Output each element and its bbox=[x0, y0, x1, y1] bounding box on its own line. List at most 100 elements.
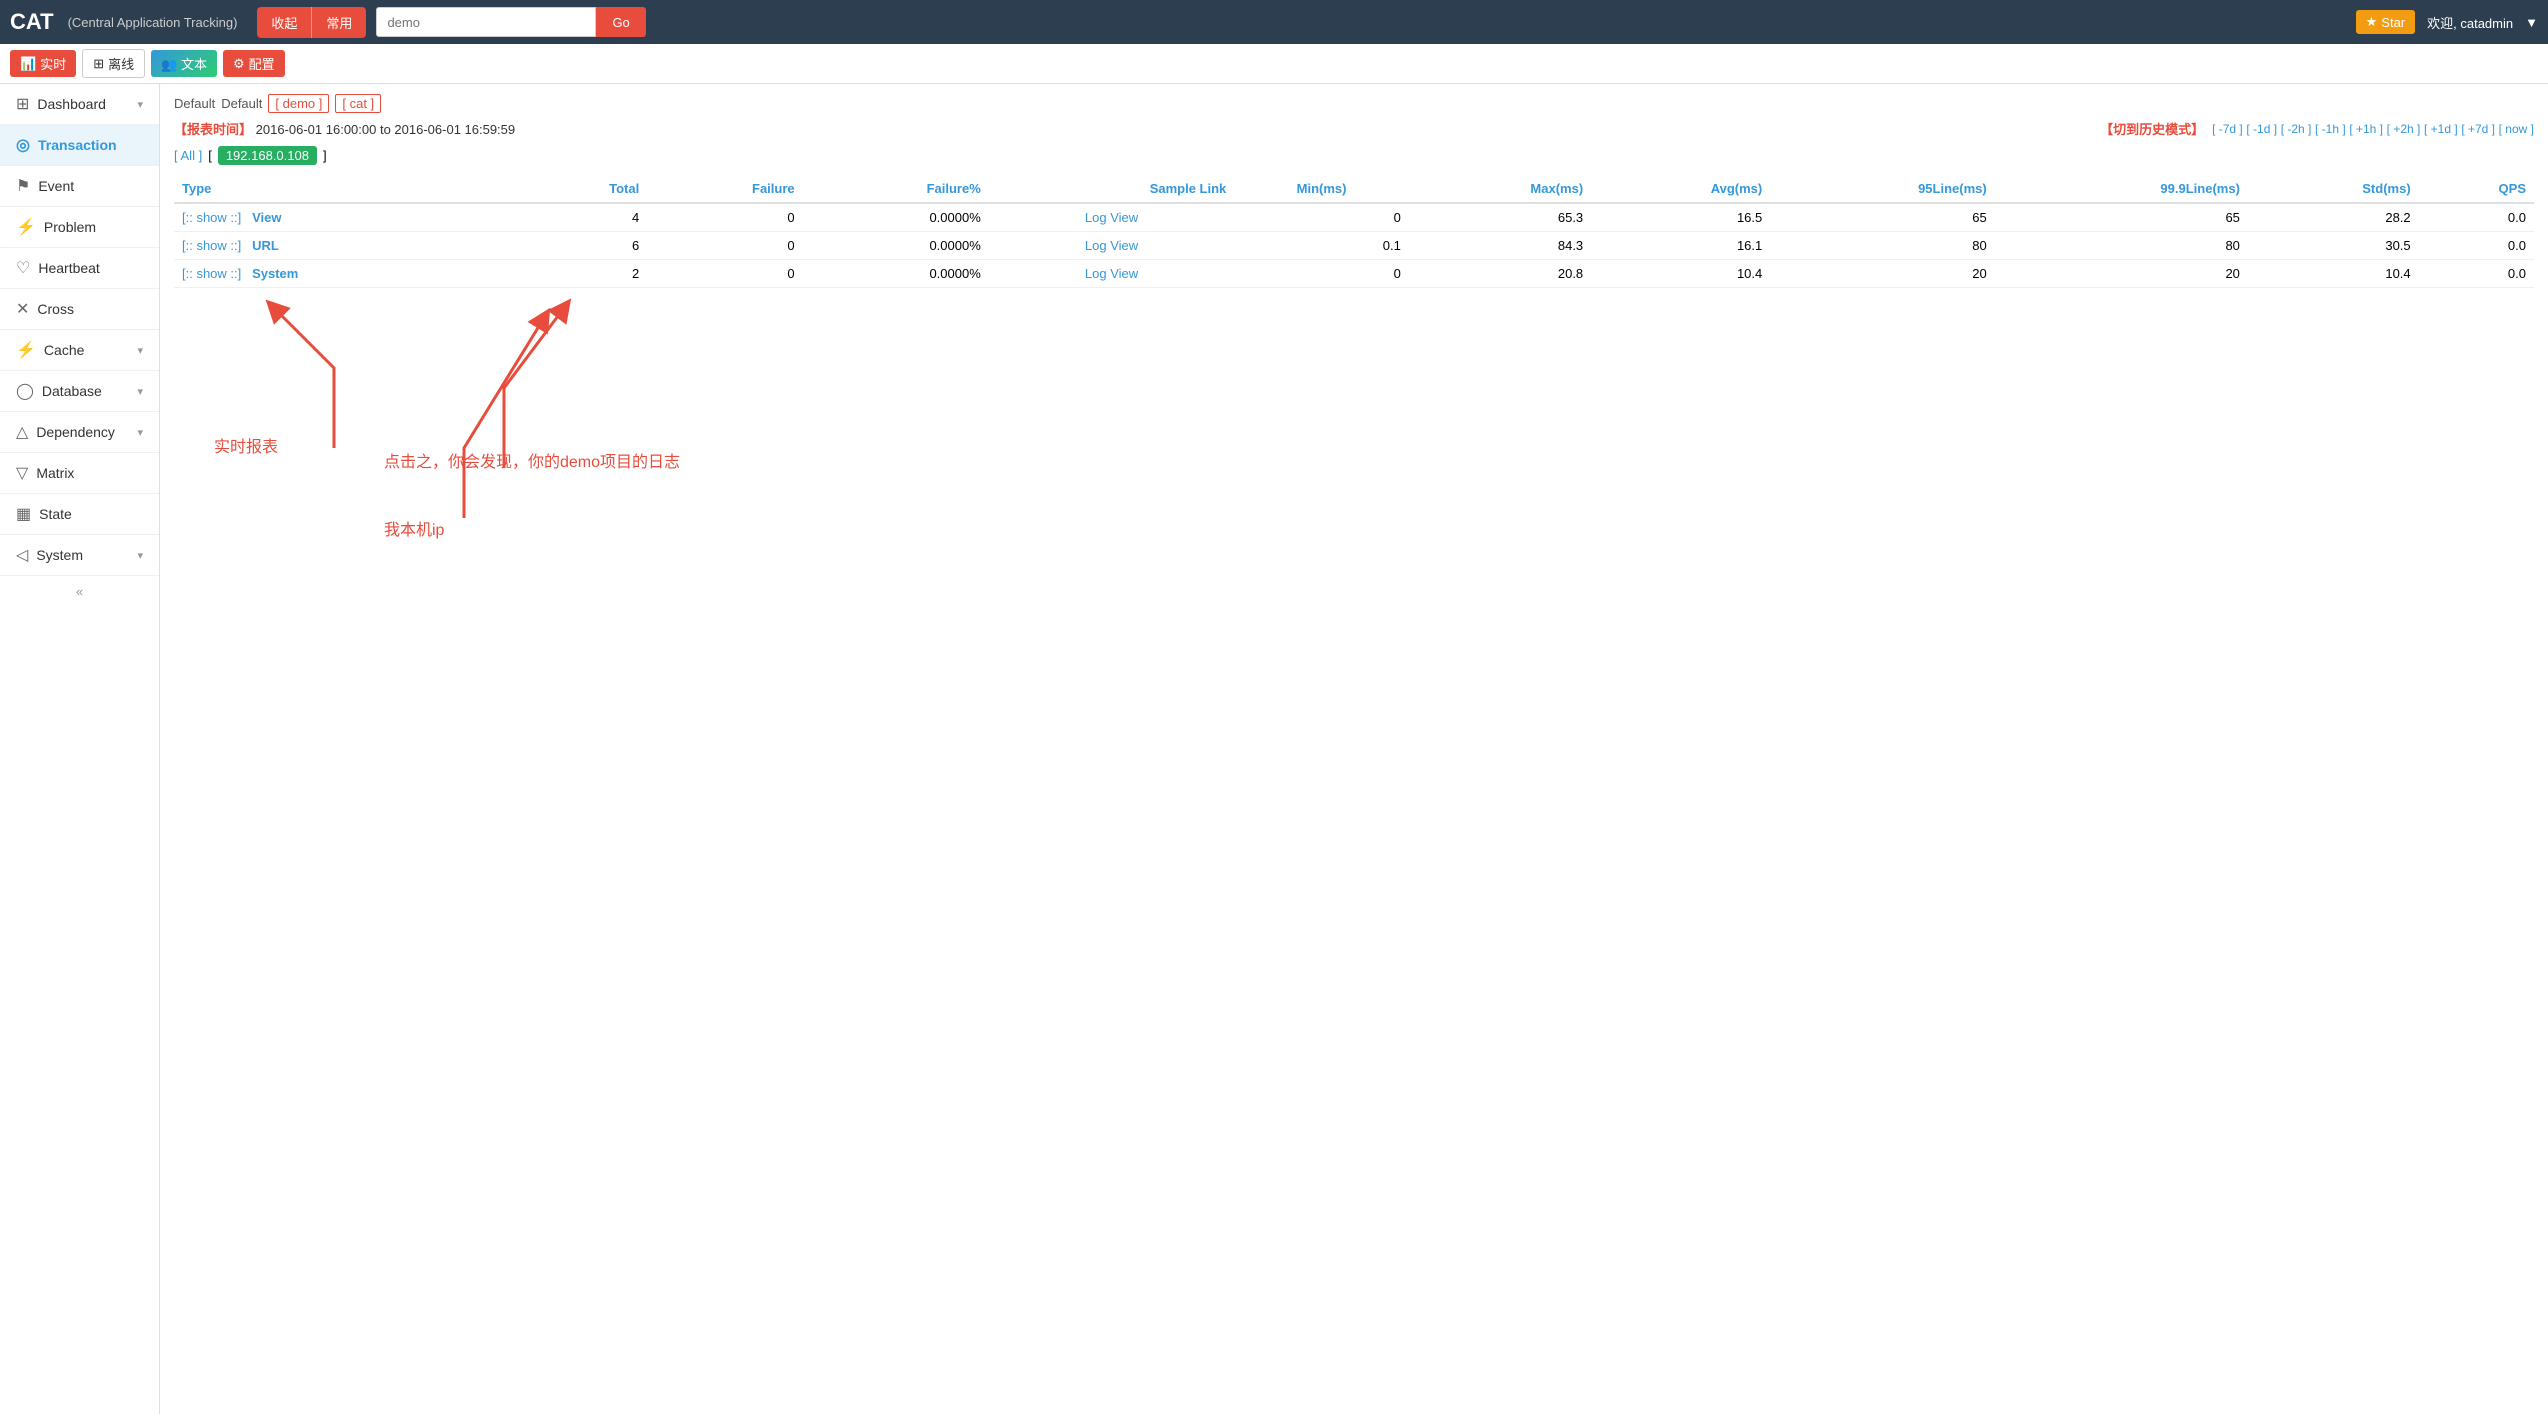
sidebar-label-event: Event bbox=[38, 178, 74, 194]
sidebar-icon-system: ◁ bbox=[16, 545, 28, 565]
time-nav-link-8[interactable]: [ now ] bbox=[2499, 122, 2534, 136]
breadcrumb-default2: Default bbox=[221, 96, 262, 111]
max-cell-1: 84.3 bbox=[1409, 232, 1591, 260]
ip-bracket-open: [ bbox=[208, 148, 212, 163]
time-nav-link-7[interactable]: [ +7d ] bbox=[2461, 122, 2495, 136]
line999-cell-1: 80 bbox=[1995, 232, 2248, 260]
sidebar-icon-matrix: ▽ bbox=[16, 463, 28, 483]
chevron-down-icon: ▾ bbox=[137, 385, 143, 398]
time-label: 【报表时间】 bbox=[174, 122, 252, 137]
sidebar-icon-dependency: △ bbox=[16, 422, 28, 442]
sidebar-item-heartbeat[interactable]: ♡ Heartbeat bbox=[0, 248, 159, 289]
sidebar-item-cross[interactable]: ✕ Cross bbox=[0, 289, 159, 330]
sidebar-item-event[interactable]: ⚑ Event bbox=[0, 166, 159, 207]
table-row: [:: show ::] System 2 0 0.0000% Log View… bbox=[174, 260, 2534, 288]
time-nav-link-6[interactable]: [ +1d ] bbox=[2424, 122, 2458, 136]
text-label: 文本 bbox=[181, 57, 207, 72]
table-col-sample-link: Sample Link bbox=[989, 175, 1235, 203]
top-right-area: ★ Star 欢迎, catadmin ▼ bbox=[2356, 10, 2538, 34]
sidebar-label-heartbeat: Heartbeat bbox=[38, 260, 99, 276]
annotation-local-ip: 我本机ip bbox=[384, 516, 444, 540]
go-button[interactable]: Go bbox=[596, 7, 645, 37]
all-filter-link[interactable]: [ All ] bbox=[174, 148, 202, 163]
sample-link-2[interactable]: Log View bbox=[989, 260, 1235, 288]
offline-button[interactable]: ⊞ 离线 bbox=[82, 49, 145, 78]
sidebar-item-transaction[interactable]: ◎ Transaction bbox=[0, 125, 159, 166]
text-button[interactable]: 👥 文本 bbox=[151, 50, 217, 77]
sidebar-item-dependency[interactable]: △ Dependency ▾ bbox=[0, 412, 159, 453]
sidebar-item-dashboard[interactable]: ⊞ Dashboard ▾ bbox=[0, 84, 159, 125]
type-link-1[interactable]: URL bbox=[252, 238, 279, 253]
breadcrumb-cat-link[interactable]: [ cat ] bbox=[335, 94, 381, 113]
time-info: 【报表时间】 2016-06-01 16:00:00 to 2016-06-01… bbox=[174, 119, 515, 138]
table-col-95line-ms-: 95Line(ms) bbox=[1770, 175, 1994, 203]
arrow-ip bbox=[384, 288, 624, 548]
sidebar-item-system[interactable]: ◁ System ▾ bbox=[0, 535, 159, 576]
time-nav-link-0[interactable]: [ -7d ] bbox=[2212, 122, 2243, 136]
time-row: 【报表时间】 2016-06-01 16:00:00 to 2016-06-01… bbox=[174, 119, 2534, 138]
table-col-failure-: Failure% bbox=[803, 175, 989, 203]
sidebar-item-problem[interactable]: ⚡ Problem bbox=[0, 207, 159, 248]
time-value: 2016-06-01 16:00:00 to 2016-06-01 16:59:… bbox=[256, 122, 516, 137]
realtime-label: 实时 bbox=[40, 54, 66, 73]
time-nav-link-2[interactable]: [ -2h ] bbox=[2281, 122, 2312, 136]
search-input[interactable] bbox=[376, 7, 596, 37]
welcome-text: 欢迎, catadmin bbox=[2427, 13, 2513, 32]
std-cell-0: 28.2 bbox=[2248, 203, 2419, 232]
breadcrumb-demo-link[interactable]: [ demo ] bbox=[268, 94, 329, 113]
line95-cell-2: 20 bbox=[1770, 260, 1994, 288]
avg-cell-2: 10.4 bbox=[1591, 260, 1770, 288]
annotation-area: 实时报表 点击之，你会发现，你的demo项目的日志 bbox=[174, 288, 2534, 548]
config-button[interactable]: ⚙ 配置 bbox=[223, 50, 285, 77]
common-button[interactable]: 常用 bbox=[312, 7, 366, 38]
sidebar-label-state: State bbox=[39, 506, 72, 522]
sidebar: ⊞ Dashboard ▾ ◎ Transaction ⚑ Event ⚡ Pr… bbox=[0, 84, 160, 1414]
time-nav-link-5[interactable]: [ +2h ] bbox=[2387, 122, 2421, 136]
time-nav-link-4[interactable]: [ +1h ] bbox=[2349, 122, 2383, 136]
type-link-2[interactable]: System bbox=[252, 266, 298, 281]
gear-icon: ⚙ bbox=[233, 56, 245, 72]
realtime-button[interactable]: 📊 实时 bbox=[10, 50, 76, 77]
avg-cell-0: 16.5 bbox=[1591, 203, 1770, 232]
sidebar-item-database[interactable]: ◯ Database ▾ bbox=[0, 371, 159, 412]
sidebar-label-system: System bbox=[36, 547, 83, 563]
sidebar-icon-cross: ✕ bbox=[16, 299, 29, 319]
ip-filter-row: [ All ] [ 192.168.0.108 ] bbox=[174, 146, 2534, 165]
table-col-failure: Failure bbox=[647, 175, 802, 203]
failure-pct-cell-2: 0.0000% bbox=[803, 260, 989, 288]
avg-cell-1: 16.1 bbox=[1591, 232, 1770, 260]
sidebar-collapse-button[interactable]: « bbox=[0, 576, 159, 607]
table-icon: ⊞ bbox=[93, 56, 104, 72]
min-cell-2: 0 bbox=[1234, 260, 1409, 288]
sample-link-1[interactable]: Log View bbox=[989, 232, 1235, 260]
table-col-avg-ms-: Avg(ms) bbox=[1591, 175, 1770, 203]
failure-cell-1: 0 bbox=[647, 232, 802, 260]
time-nav-link-3[interactable]: [ -1h ] bbox=[2315, 122, 2346, 136]
std-cell-1: 30.5 bbox=[2248, 232, 2419, 260]
time-nav-link-1[interactable]: [ -1d ] bbox=[2246, 122, 2277, 136]
total-cell-0: 4 bbox=[525, 203, 647, 232]
sidebar-label-dashboard: Dashboard bbox=[37, 96, 106, 112]
sidebar-item-matrix[interactable]: ▽ Matrix bbox=[0, 453, 159, 494]
table-col-std-ms-: Std(ms) bbox=[2248, 175, 2419, 203]
table-body: [:: show ::] View 4 0 0.0000% Log View 0… bbox=[174, 203, 2534, 288]
max-cell-2: 20.8 bbox=[1409, 260, 1591, 288]
failure-pct-cell-0: 0.0000% bbox=[803, 203, 989, 232]
show-link-2[interactable]: [:: show ::] bbox=[182, 266, 241, 281]
sample-link-0[interactable]: Log View bbox=[989, 203, 1235, 232]
ip-bracket-close: ] bbox=[323, 148, 327, 163]
line999-cell-0: 65 bbox=[1995, 203, 2248, 232]
star-button[interactable]: ★ Star bbox=[2356, 10, 2416, 34]
chevron-down-icon: ▾ bbox=[137, 344, 143, 357]
bar-chart-icon: 📊 bbox=[20, 56, 36, 72]
sidebar-item-state[interactable]: ▦ State bbox=[0, 494, 159, 535]
sidebar-item-cache[interactable]: ⚡ Cache ▾ bbox=[0, 330, 159, 371]
show-link-0[interactable]: [:: show ::] bbox=[182, 210, 241, 225]
sidebar-label-problem: Problem bbox=[44, 219, 96, 235]
ip-address[interactable]: 192.168.0.108 bbox=[218, 146, 317, 165]
user-dropdown-icon[interactable]: ▼ bbox=[2525, 15, 2538, 30]
collapse-button[interactable]: 收起 bbox=[257, 7, 311, 38]
show-link-1[interactable]: [:: show ::] bbox=[182, 238, 241, 253]
line95-cell-0: 65 bbox=[1770, 203, 1994, 232]
type-link-0[interactable]: View bbox=[252, 210, 281, 225]
